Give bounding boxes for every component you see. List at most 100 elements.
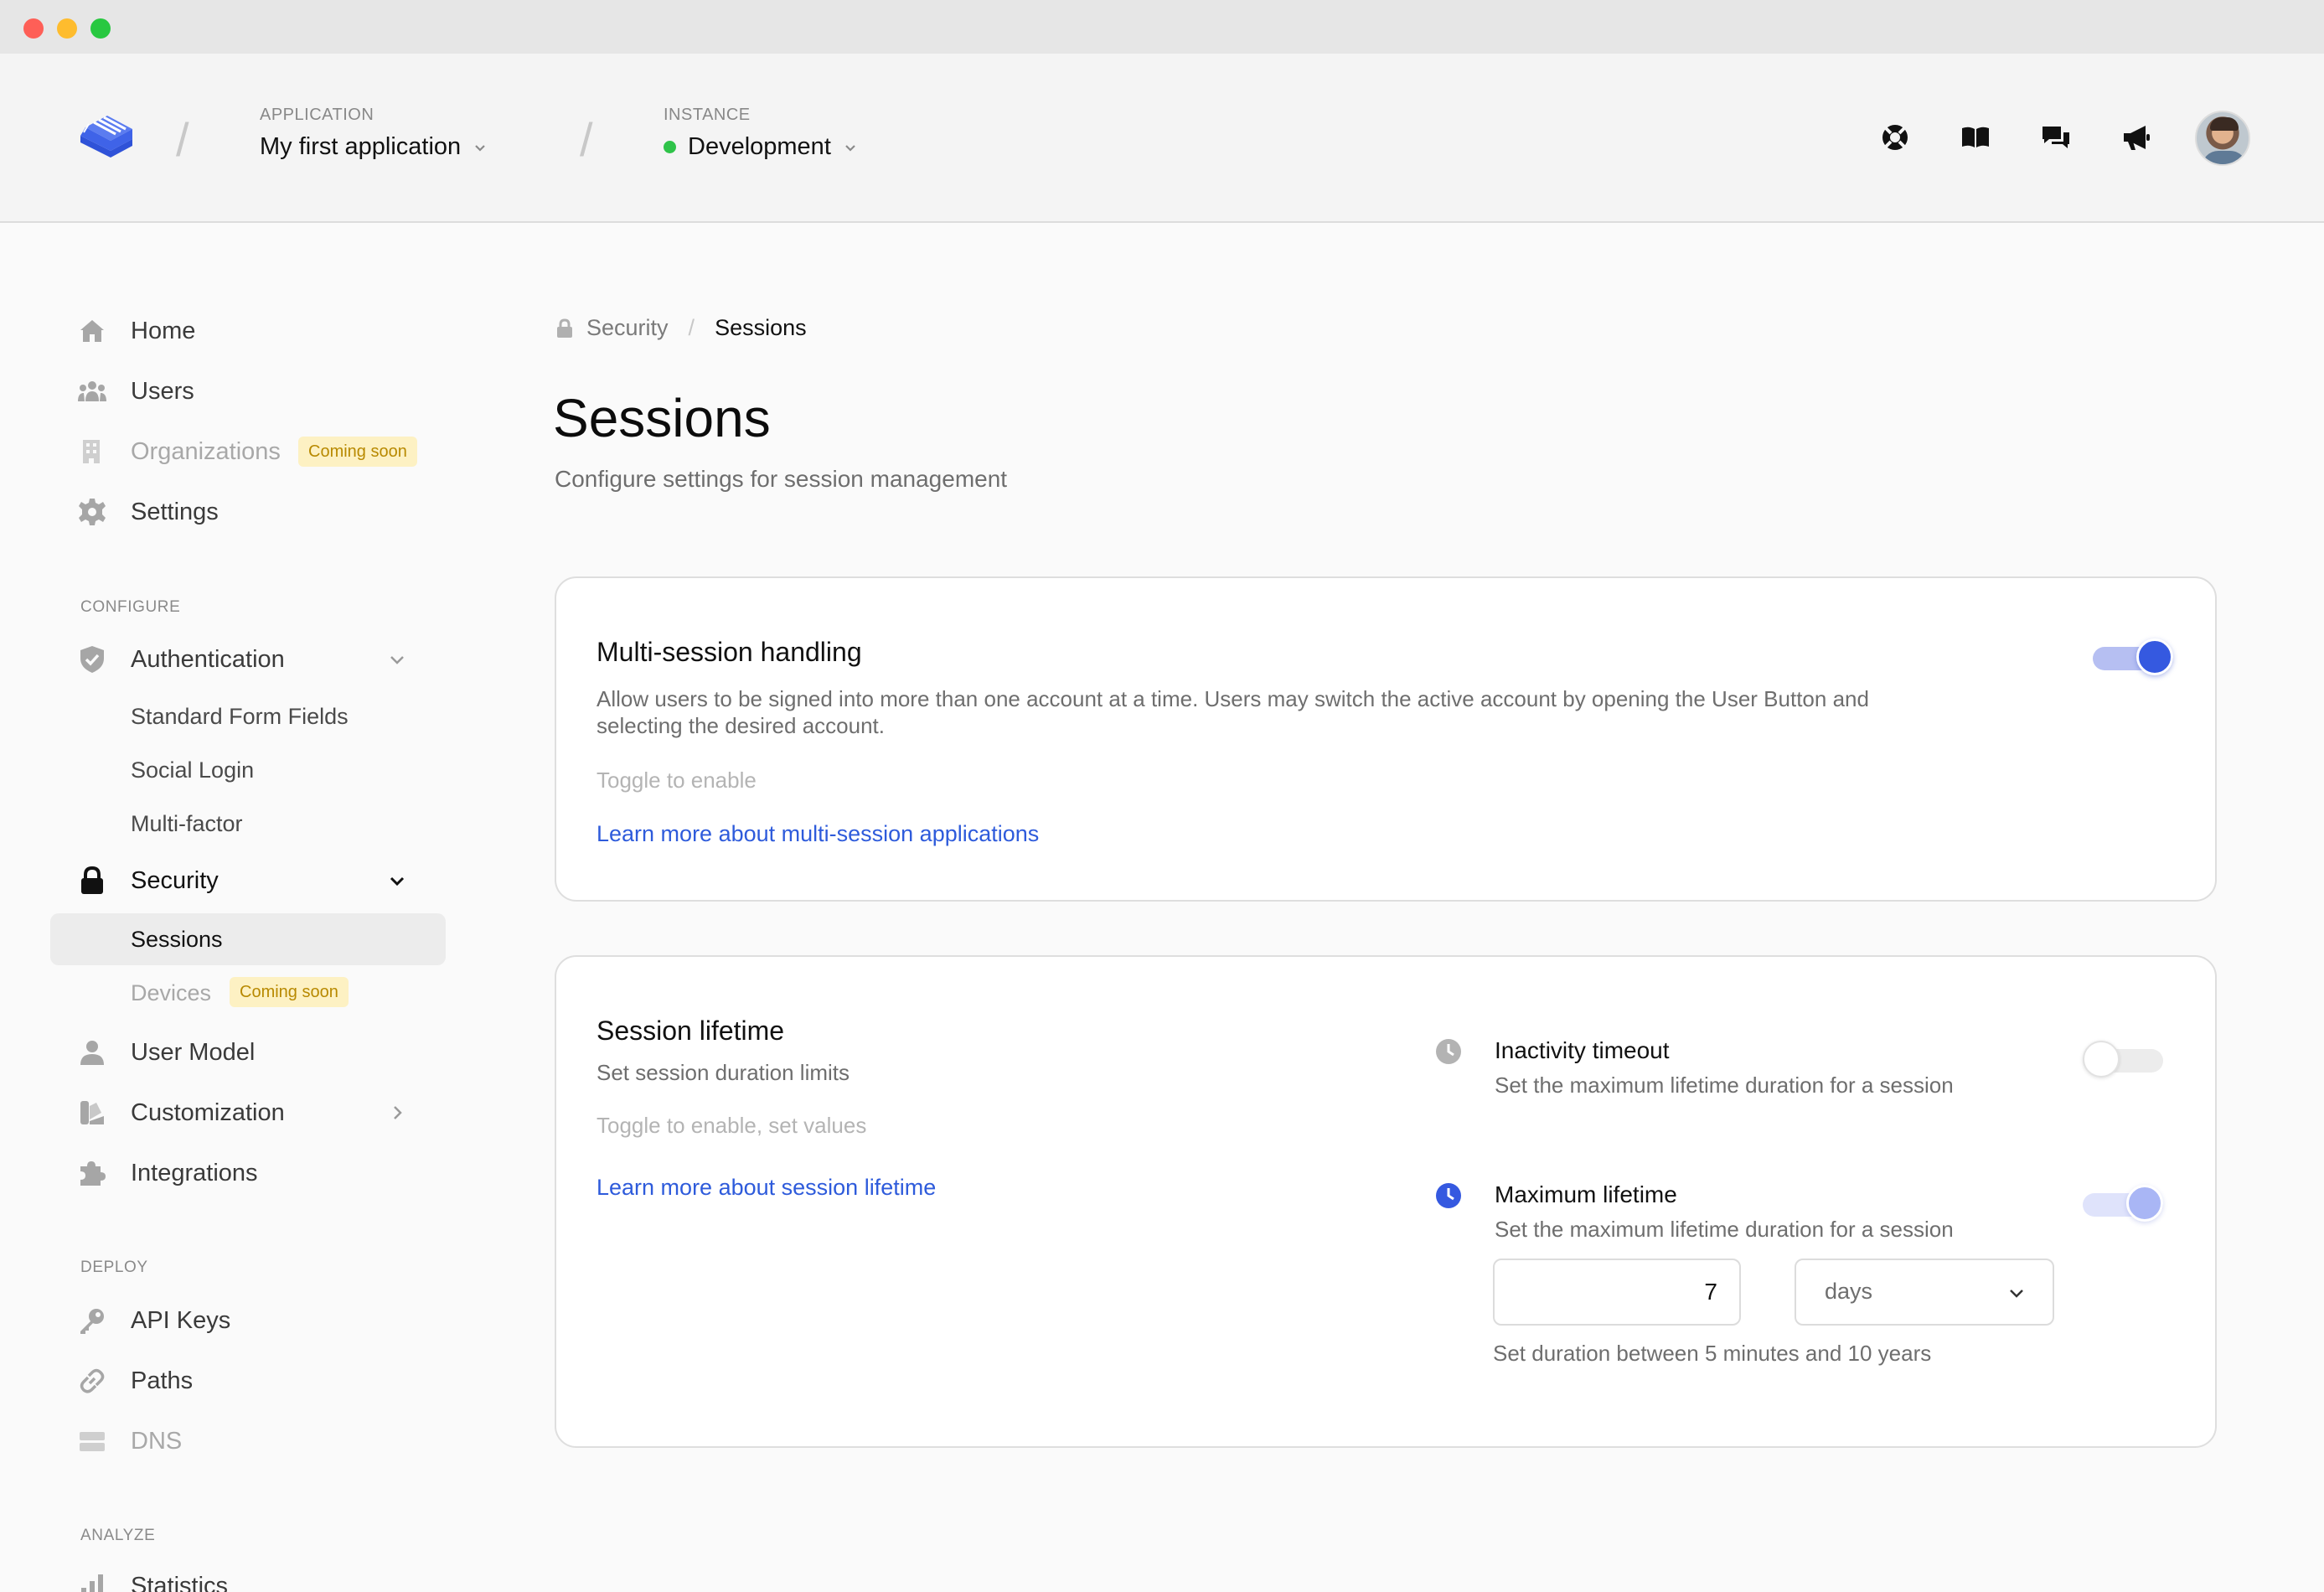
sidebar-section-analyze: ANALYZE bbox=[80, 1527, 156, 1544]
maximum-lifetime-value-input[interactable]: 7 bbox=[1493, 1259, 1741, 1326]
sidebar-item-label: Organizations bbox=[131, 437, 281, 465]
chat-icon[interactable] bbox=[2039, 121, 2073, 154]
multi-session-toggle[interactable] bbox=[2093, 637, 2173, 677]
announcements-megaphone-icon[interactable] bbox=[2120, 121, 2153, 154]
sidebar-subitem-social-login[interactable]: Social Login bbox=[50, 744, 446, 796]
shield-check-icon bbox=[80, 646, 104, 673]
session-lifetime-hint: Toggle to enable, set values bbox=[596, 1113, 867, 1138]
sidebar-item-label: User Model bbox=[131, 1038, 256, 1066]
window-minimize-button[interactable] bbox=[57, 18, 77, 39]
sidebar-item-label: Home bbox=[131, 317, 196, 344]
sidebar-subitem-multi-factor[interactable]: Multi-factor bbox=[50, 798, 446, 850]
coming-soon-badge: Coming soon bbox=[230, 977, 349, 1007]
session-lifetime-learn-more-link[interactable]: Learn more about session lifetime bbox=[596, 1175, 936, 1201]
breadcrumb-current: Sessions bbox=[715, 315, 807, 340]
multi-session-description: Allow users to be signed into more than … bbox=[596, 686, 1869, 738]
lock-icon bbox=[81, 866, 103, 894]
bar-chart-icon bbox=[81, 1574, 103, 1592]
header-separator: / bbox=[580, 113, 593, 166]
sidebar-subitem-devices[interactable]: Devices Coming soon bbox=[50, 967, 446, 1019]
sidebar-item-users[interactable]: Users bbox=[50, 365, 446, 417]
sidebar-item-home[interactable]: Home bbox=[50, 305, 446, 357]
key-icon bbox=[80, 1309, 104, 1334]
sidebar-item-dns[interactable]: DNS bbox=[50, 1415, 446, 1467]
clock-icon bbox=[1436, 1183, 1461, 1208]
application-caption: APPLICATION bbox=[260, 106, 374, 124]
sidebar-item-label: Statistics bbox=[131, 1572, 229, 1592]
maximum-lifetime-toggle[interactable] bbox=[2083, 1183, 2163, 1223]
inactivity-timeout-toggle[interactable] bbox=[2083, 1039, 2163, 1079]
palette-swatch-icon bbox=[80, 1101, 104, 1124]
application-switcher[interactable]: APPLICATION My first application bbox=[260, 106, 488, 161]
window-maximize-button[interactable] bbox=[90, 18, 111, 39]
sidebar-item-organizations[interactable]: Organizations Coming soon bbox=[50, 426, 446, 478]
session-lifetime-title: Session lifetime bbox=[596, 1016, 785, 1046]
building-icon bbox=[83, 440, 100, 463]
top-header: / APPLICATION My first application / INS… bbox=[0, 54, 2324, 223]
sidebar-subitem-label: Sessions bbox=[131, 927, 223, 952]
page-title: Sessions bbox=[553, 388, 771, 448]
inactivity-timeout-description: Set the maximum lifetime duration for a … bbox=[1495, 1073, 1954, 1098]
header-separator: / bbox=[176, 113, 189, 166]
sidebar-item-label: DNS bbox=[131, 1427, 183, 1455]
instance-status-dot bbox=[664, 141, 676, 153]
sidebar-subitem-standard-form-fields[interactable]: Standard Form Fields bbox=[50, 690, 446, 742]
sidebar-item-statistics[interactable]: Statistics bbox=[50, 1560, 446, 1592]
instance-name: Development bbox=[688, 133, 831, 160]
sidebar-item-security[interactable]: Security bbox=[50, 855, 446, 907]
window-close-button[interactable] bbox=[23, 18, 44, 39]
page-subtitle: Configure settings for session managemen… bbox=[555, 466, 1008, 492]
docs-book-icon[interactable] bbox=[1959, 121, 1992, 154]
coming-soon-badge: Coming soon bbox=[298, 437, 417, 467]
server-icon bbox=[80, 1432, 105, 1451]
clock-icon bbox=[1436, 1039, 1461, 1064]
chevron-down-icon bbox=[475, 144, 485, 152]
unit-select-value: days bbox=[1825, 1279, 1873, 1304]
sidebar-item-integrations[interactable]: Integrations bbox=[50, 1147, 446, 1199]
sidebar-section-configure: CONFIGURE bbox=[80, 598, 181, 616]
sidebar-item-customization[interactable]: Customization bbox=[50, 1087, 446, 1139]
sidebar-item-api-keys[interactable]: API Keys bbox=[50, 1295, 446, 1346]
sidebar-subitem-label: Standard Form Fields bbox=[131, 704, 349, 729]
sidebar-item-label: Paths bbox=[131, 1367, 194, 1394]
inactivity-timeout-title: Inactivity timeout bbox=[1495, 1037, 1670, 1063]
link-icon bbox=[80, 1368, 105, 1393]
sidebar-item-paths[interactable]: Paths bbox=[50, 1355, 446, 1407]
sidebar-item-label: Customization bbox=[131, 1098, 285, 1126]
maximum-lifetime-range-hint: Set duration between 5 minutes and 10 ye… bbox=[1493, 1341, 1932, 1366]
chevron-down-icon bbox=[390, 656, 404, 664]
user-icon bbox=[80, 1041, 104, 1065]
breadcrumb-security-link[interactable]: Security bbox=[586, 315, 669, 341]
breadcrumb-separator: / bbox=[688, 315, 695, 340]
multi-session-hint: Toggle to enable bbox=[596, 768, 757, 793]
support-icon[interactable] bbox=[1878, 121, 1912, 154]
sidebar-subitem-label: Social Login bbox=[131, 757, 255, 783]
session-lifetime-subtitle: Set session duration limits bbox=[596, 1060, 850, 1085]
multi-session-title: Multi-session handling bbox=[596, 637, 862, 667]
sidebar-subitem-label: Multi-factor bbox=[131, 811, 243, 836]
sidebar-subitem-label: Devices bbox=[131, 980, 212, 1005]
sidebar-item-label: Settings bbox=[131, 498, 219, 525]
sidebar-item-label: Authentication bbox=[131, 645, 285, 673]
instance-caption: INSTANCE bbox=[664, 106, 751, 124]
chevron-right-icon bbox=[394, 1106, 402, 1119]
breadcrumb: Security / Sessions bbox=[555, 315, 807, 341]
app-logo-icon[interactable] bbox=[77, 106, 136, 161]
maximum-lifetime-description: Set the maximum lifetime duration for a … bbox=[1495, 1217, 1954, 1242]
lock-icon bbox=[557, 318, 572, 338]
sidebar-subitem-sessions[interactable]: Sessions bbox=[50, 913, 446, 965]
sidebar-item-label: Security bbox=[131, 866, 219, 894]
sidebar-item-label: Integrations bbox=[131, 1159, 258, 1186]
maximum-lifetime-unit-select[interactable]: days bbox=[1795, 1259, 2054, 1326]
gear-icon bbox=[79, 499, 106, 525]
sidebar-item-label: Users bbox=[131, 377, 194, 405]
users-icon bbox=[78, 381, 106, 401]
sidebar-section-deploy: DEPLOY bbox=[80, 1259, 148, 1276]
user-avatar[interactable] bbox=[2195, 111, 2250, 166]
multi-session-learn-more-link[interactable]: Learn more about multi-session applicati… bbox=[596, 821, 1039, 847]
instance-switcher[interactable]: INSTANCE Development bbox=[664, 106, 858, 161]
sidebar-item-authentication[interactable]: Authentication bbox=[50, 633, 446, 685]
sidebar-item-settings[interactable]: Settings bbox=[50, 486, 446, 538]
chevron-down-icon bbox=[845, 144, 855, 152]
sidebar-item-user-model[interactable]: User Model bbox=[50, 1026, 446, 1078]
